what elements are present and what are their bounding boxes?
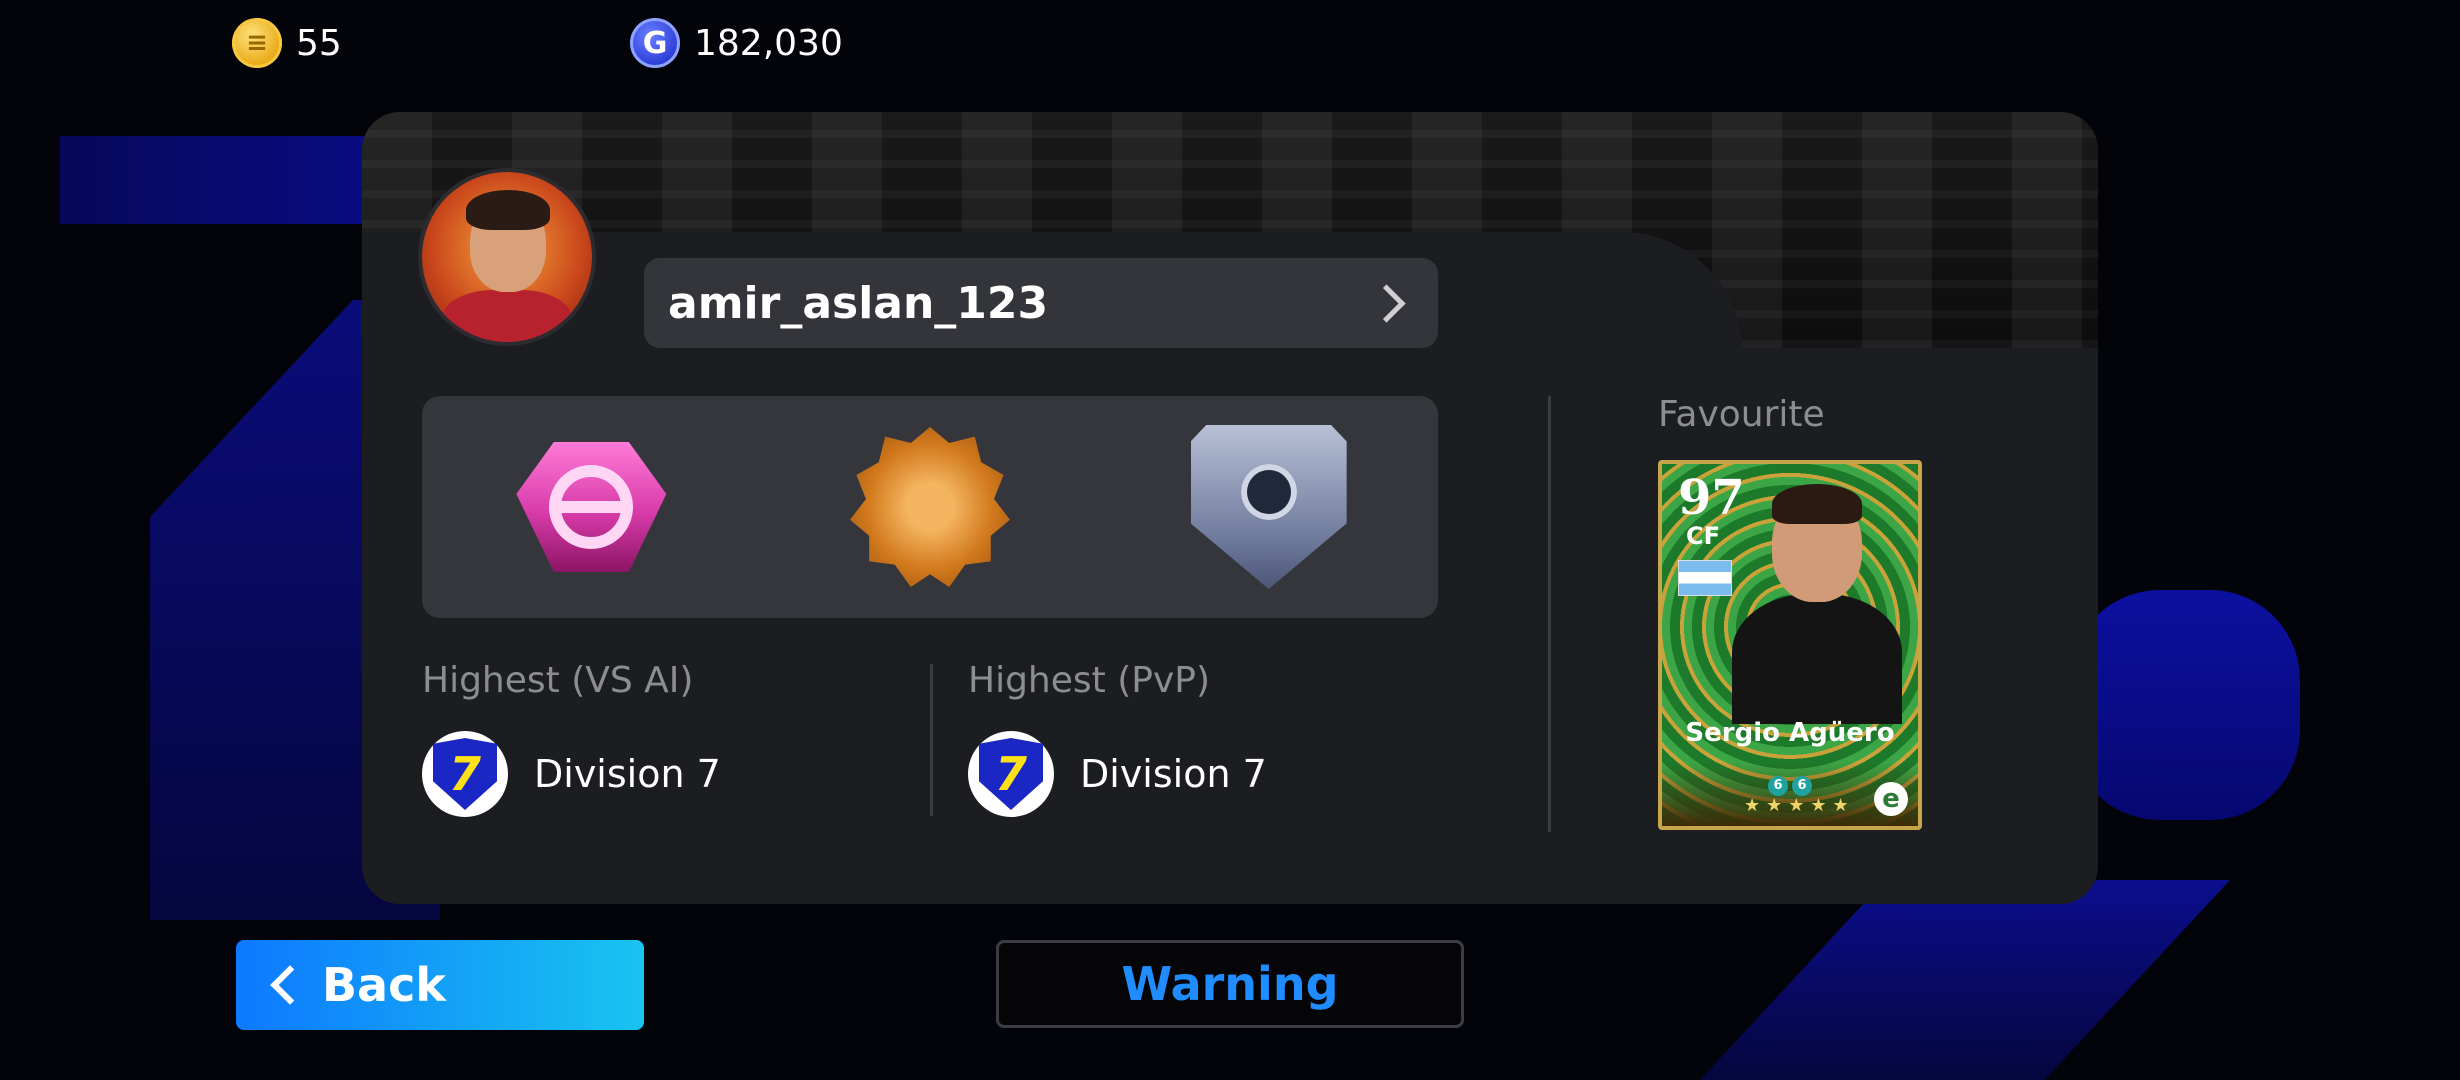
profile-panel: amir_aslan_123 Highest (VS AI) 7 Divisio… [362, 112, 2098, 904]
avatar[interactable] [422, 172, 592, 342]
division-text: Division 7 [1080, 752, 1267, 796]
divider [930, 664, 933, 816]
back-label: Back [322, 958, 446, 1012]
division-text: Division 7 [534, 752, 721, 796]
achievement-badges [422, 396, 1438, 618]
favourite-player-card[interactable]: 97 CF Sergio Agüero 66 ★★★★★ e [1658, 460, 1922, 830]
record-label: Highest (VS AI) [422, 660, 694, 701]
chevron-right-icon [1367, 283, 1406, 323]
back-button[interactable]: Back [236, 940, 644, 1030]
stars-icon: ★★★★★ [1744, 795, 1855, 816]
efootball-logo-icon: e [1874, 782, 1908, 816]
warning-label: Warning [1121, 957, 1339, 1011]
username: amir_aslan_123 [668, 277, 1049, 329]
username-bar[interactable]: amir_aslan_123 [644, 258, 1438, 348]
player-image [1732, 484, 1902, 724]
gear-ball-badge-icon[interactable] [849, 427, 1010, 587]
efootball-badge-icon[interactable] [511, 427, 671, 587]
player-rating: 97 [1678, 470, 1745, 526]
chevron-left-icon [270, 965, 310, 1005]
favourite-label: Favourite [1658, 394, 1825, 435]
coins-value: 55 [296, 22, 342, 64]
division-badge-icon: 7 [968, 731, 1054, 817]
divider [1548, 396, 1551, 832]
skill-chips-icon: 66 [1768, 776, 1812, 796]
coins-counter: ≡ 55 [232, 18, 342, 68]
highest-pvp: Highest (PvP) 7 Division 7 [968, 660, 1267, 817]
gp-value: 182,030 [694, 22, 843, 64]
highest-vs-ai: Highest (VS AI) 7 Division 7 [422, 660, 721, 817]
gp-counter: G 182,030 [630, 18, 843, 68]
player-position: CF [1686, 522, 1721, 550]
efootball-coin-icon: ≡ [232, 18, 282, 68]
argentina-flag-icon [1678, 560, 1732, 596]
gp-icon: G [630, 18, 680, 68]
player-name: Sergio Agüero [1685, 718, 1895, 748]
division-badge-icon: 7 [422, 731, 508, 817]
shield-ball-badge-icon[interactable] [1189, 425, 1349, 589]
background-stripe [2070, 590, 2300, 820]
warning-button[interactable]: Warning [996, 940, 1464, 1028]
record-label: Highest (PvP) [968, 660, 1211, 701]
background-stripe [1700, 880, 2230, 1080]
